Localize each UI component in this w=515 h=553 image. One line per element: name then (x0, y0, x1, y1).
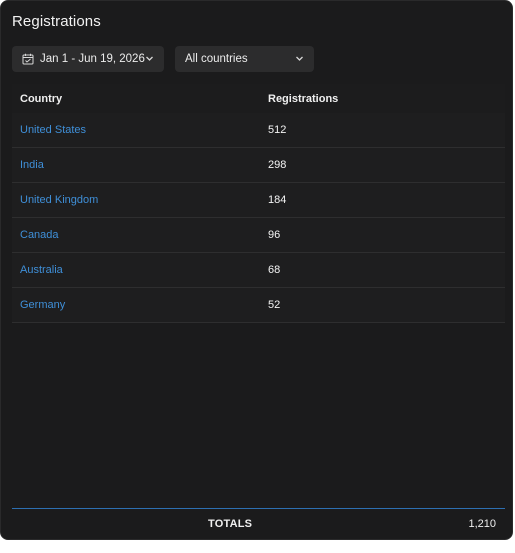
country-link[interactable]: United Kingdom (12, 194, 260, 206)
totals-row: TOTALS 1,210 (12, 508, 505, 538)
country-link[interactable]: Canada (12, 229, 260, 241)
table-row: India 298 (12, 148, 505, 183)
column-header-country[interactable]: Country (12, 93, 260, 105)
table-header: Country Registrations (12, 84, 505, 113)
chevron-down-icon (145, 54, 154, 63)
registrations-value: 184 (268, 194, 287, 206)
panel-title: Registrations (12, 13, 101, 30)
country-link[interactable]: Australia (12, 264, 260, 276)
country-link[interactable]: Germany (12, 299, 260, 311)
table-row: United States 512 (12, 113, 505, 148)
totals-label: TOTALS (208, 517, 253, 530)
registrations-value: 512 (268, 124, 287, 136)
registrations-value: 52 (268, 299, 281, 311)
table-row: Germany 52 (12, 288, 505, 323)
registrations-panel: Registrations Jan 1 - Jun 19, 2026 All c… (0, 0, 513, 540)
country-filter[interactable]: All countries (175, 46, 314, 72)
registrations-value: 68 (268, 264, 281, 276)
table-row: United Kingdom 184 (12, 183, 505, 218)
table-row: Australia 68 (12, 253, 505, 288)
table-row: Canada 96 (12, 218, 505, 253)
chevron-down-icon (295, 54, 304, 63)
registrations-value: 298 (268, 159, 287, 171)
country-link[interactable]: India (12, 159, 260, 171)
country-link[interactable]: United States (12, 124, 260, 136)
column-header-registrations[interactable]: Registrations (260, 93, 505, 105)
registrations-table: Country Registrations United States 512 … (12, 84, 505, 323)
date-range-label: Jan 1 - Jun 19, 2026 (40, 53, 145, 65)
country-filter-label: All countries (185, 53, 248, 65)
calendar-icon (22, 53, 34, 65)
registrations-value: 96 (268, 229, 281, 241)
date-range-filter[interactable]: Jan 1 - Jun 19, 2026 (12, 46, 164, 72)
totals-value: 1,210 (468, 517, 496, 530)
